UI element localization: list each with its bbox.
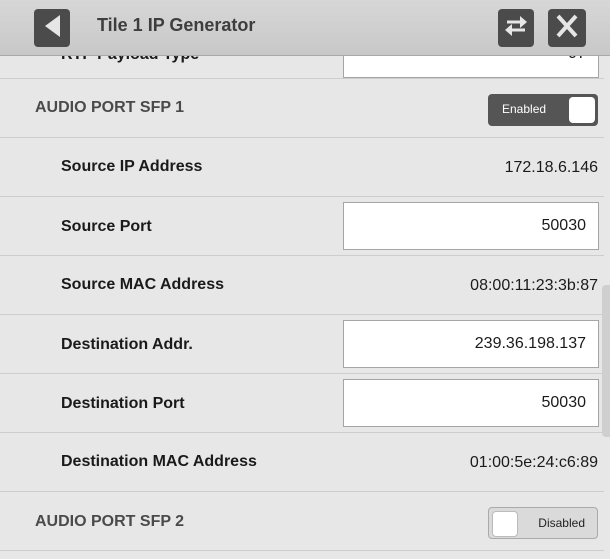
field-row-source-ip: Source IP Address 172.18.6.146 bbox=[0, 138, 604, 197]
rtp-payload-input[interactable]: 97 bbox=[343, 56, 599, 78]
source-port-label: Source Port bbox=[61, 218, 152, 235]
source-mac-label: Source MAC Address bbox=[61, 276, 224, 293]
audio-port-sfp2-label: AUDIO PORT SFP 2 bbox=[35, 513, 185, 530]
rtp-payload-row: RTP Payload Type 97 bbox=[0, 56, 604, 79]
close-icon bbox=[554, 13, 580, 44]
back-button[interactable] bbox=[34, 9, 70, 47]
destination-addr-input[interactable]: 239.36.198.137 bbox=[343, 320, 599, 368]
source-port-input[interactable]: 50030 bbox=[343, 202, 599, 250]
field-row-source-port: Source Port 50030 bbox=[0, 197, 604, 256]
destination-mac-label: Destination MAC Address bbox=[61, 453, 257, 470]
toggle-label: Disabled bbox=[538, 516, 585, 530]
audio-port-sfp2-header: AUDIO PORT SFP 2 Disabled bbox=[0, 492, 604, 551]
field-row-source-mac: Source MAC Address 08:00:11:23:3b:87 bbox=[0, 256, 604, 315]
source-ip-label: Source IP Address bbox=[61, 158, 203, 175]
destination-port-input[interactable]: 50030 bbox=[343, 379, 599, 427]
destination-mac-value: 01:00:5e:24:c6:89 bbox=[469, 454, 598, 471]
rtp-payload-label: RTP Payload Type bbox=[61, 56, 199, 64]
page-title: Tile 1 IP Generator bbox=[97, 15, 256, 35]
audio-port-sfp1-header: AUDIO PORT SFP 1 Enabled bbox=[0, 79, 604, 138]
destination-addr-label: Destination Addr. bbox=[61, 336, 193, 353]
toggle-knob bbox=[492, 511, 518, 537]
swap-button[interactable] bbox=[498, 9, 534, 47]
back-triangle-icon bbox=[42, 13, 62, 44]
destination-port-label: Destination Port bbox=[61, 395, 185, 412]
field-row-destination-addr: Destination Addr. 239.36.198.137 bbox=[0, 315, 604, 374]
close-button[interactable] bbox=[548, 9, 586, 47]
settings-list: RTP Payload Type 97 AUDIO PORT SFP 1 Ena… bbox=[0, 56, 610, 559]
audio-port-sfp1-toggle[interactable]: Enabled bbox=[488, 94, 598, 126]
audio-port-sfp1-label: AUDIO PORT SFP 1 bbox=[35, 99, 185, 116]
field-row-destination-mac: Destination MAC Address 01:00:5e:24:c6:8… bbox=[0, 433, 604, 492]
swap-arrows-icon bbox=[503, 13, 529, 44]
toggle-knob bbox=[569, 97, 595, 123]
scrollbar[interactable] bbox=[602, 285, 610, 437]
toggle-label: Enabled bbox=[502, 102, 547, 116]
field-row-destination-port: Destination Port 50030 bbox=[0, 374, 604, 433]
title-bar: Tile 1 IP Generator bbox=[0, 0, 610, 56]
source-ip-value: 172.18.6.146 bbox=[504, 159, 598, 176]
audio-port-sfp2-toggle[interactable]: Disabled bbox=[488, 507, 598, 539]
source-mac-value: 08:00:11:23:3b:87 bbox=[470, 277, 598, 294]
